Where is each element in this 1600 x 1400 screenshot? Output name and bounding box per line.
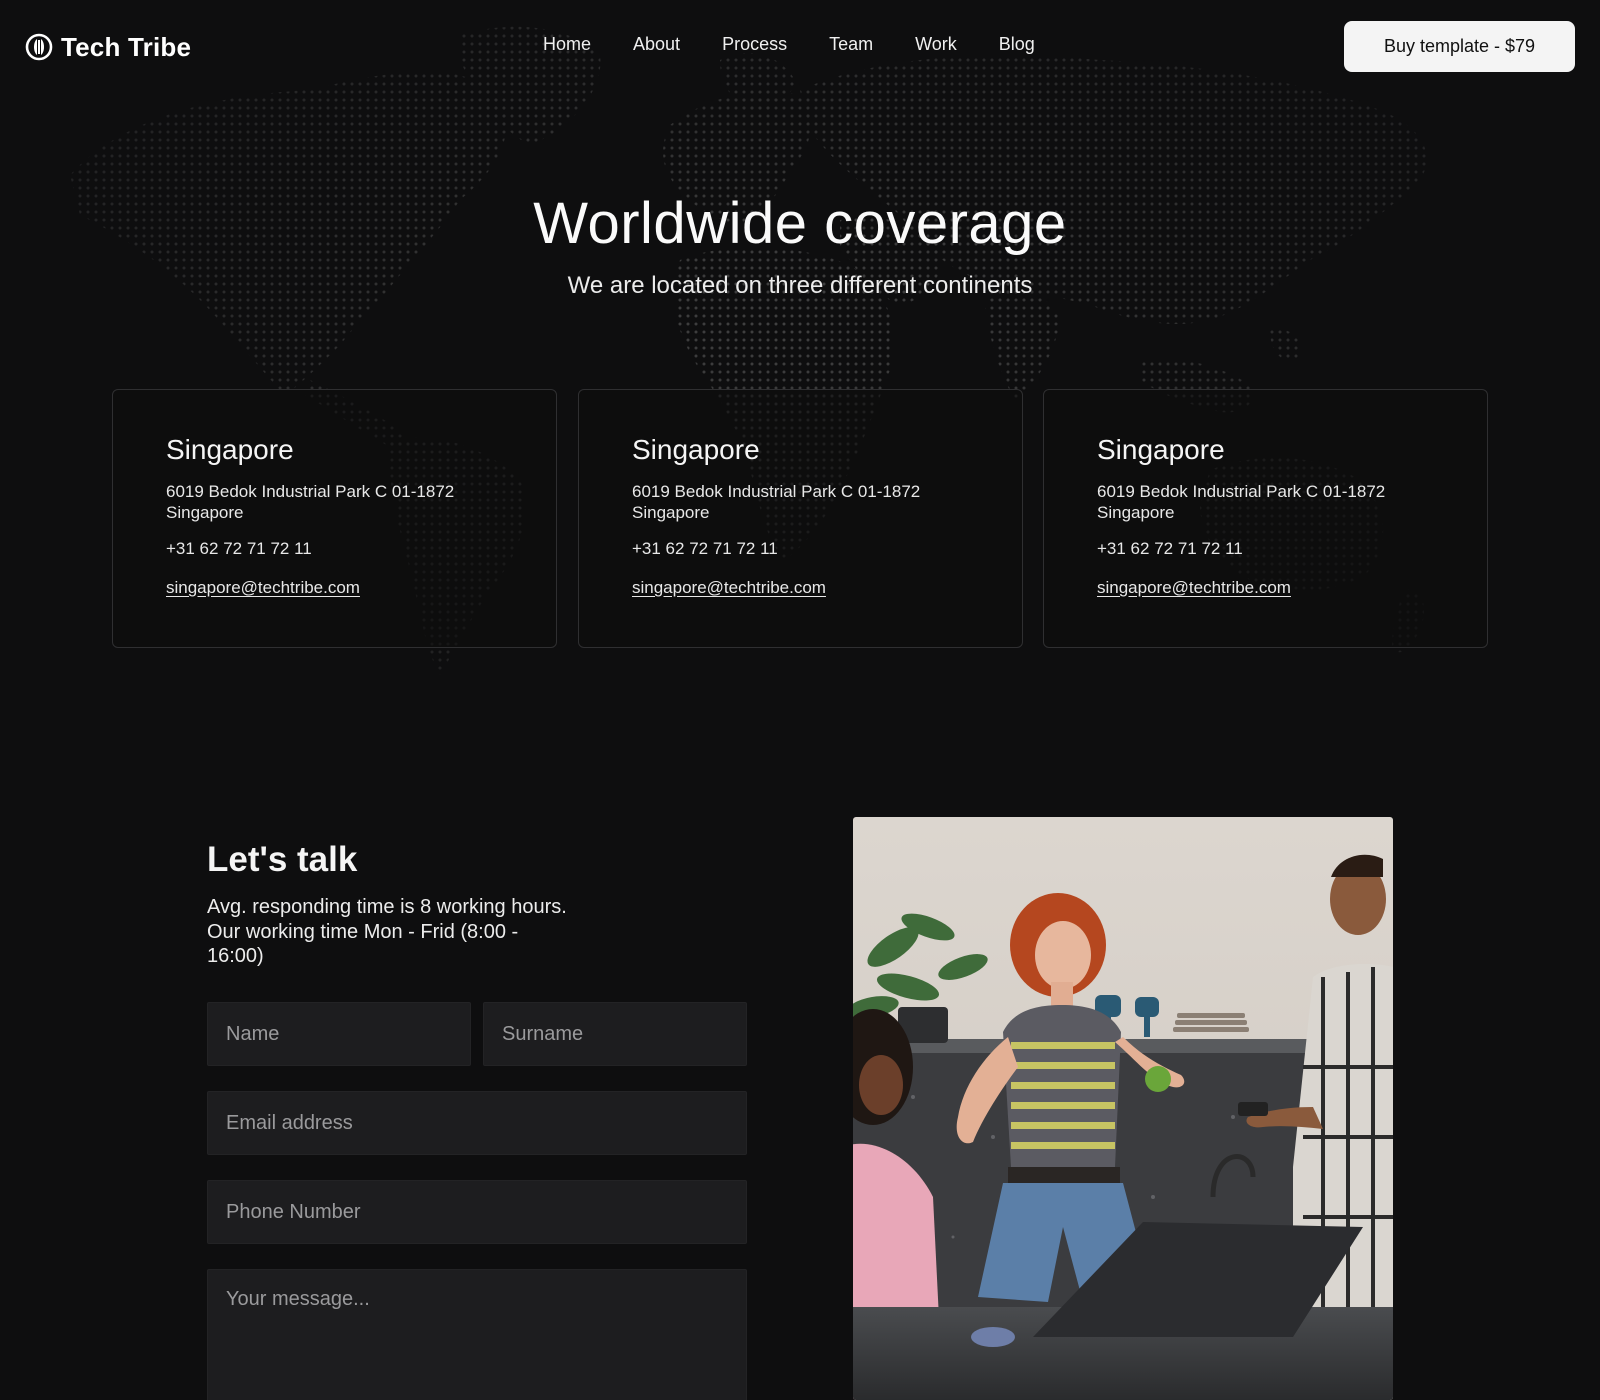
- office-city: Singapore: [166, 434, 294, 465]
- office-city: Singapore: [1097, 434, 1225, 465]
- office-address-line1: 6019 Bedok Industrial Park C 01-1872: [166, 482, 455, 501]
- surname-input[interactable]: [483, 1002, 747, 1066]
- contact-title: Let's talk: [207, 840, 358, 879]
- office-address-line2: Singapore: [632, 503, 710, 522]
- page: Tech Tribe Home About Process Team Work …: [0, 0, 1600, 1400]
- office-address-line2: Singapore: [1097, 503, 1175, 522]
- brand-logo[interactable]: Tech Tribe: [25, 30, 191, 64]
- name-input[interactable]: [207, 1002, 471, 1066]
- nav-link-team[interactable]: Team: [829, 34, 873, 55]
- nav-link-process[interactable]: Process: [722, 34, 787, 55]
- office-card: Singapore 6019 Bedok Industrial Park C 0…: [578, 389, 1023, 648]
- hero-subtitle: We are located on three different contin…: [567, 272, 1033, 299]
- contact-description: Avg. responding time is 8 working hours.…: [207, 896, 567, 967]
- hero-title: Worldwide coverage: [533, 191, 1067, 256]
- office-address-line1: 6019 Bedok Industrial Park C 01-1872: [632, 482, 921, 501]
- office-email-link[interactable]: singapore@techtribe.com: [632, 578, 826, 598]
- nav-link-work[interactable]: Work: [915, 34, 957, 55]
- office-card: Singapore 6019 Bedok Industrial Park C 0…: [112, 389, 557, 648]
- main-nav: Home About Process Team Work Blog: [543, 34, 1035, 55]
- navbar: Tech Tribe Home About Process Team Work …: [0, 0, 1600, 92]
- team-photo-illustration: [853, 817, 1393, 1400]
- office-address-line2: Singapore: [166, 503, 244, 522]
- team-photo: [853, 817, 1393, 1400]
- office-phone: +31 62 72 71 72 11: [1097, 539, 1243, 558]
- nav-link-home[interactable]: Home: [543, 34, 591, 55]
- email-input[interactable]: [207, 1091, 747, 1155]
- office-city: Singapore: [632, 434, 760, 465]
- nav-link-blog[interactable]: Blog: [999, 34, 1035, 55]
- office-card: Singapore 6019 Bedok Industrial Park C 0…: [1043, 389, 1488, 648]
- office-phone: +31 62 72 71 72 11: [166, 539, 312, 558]
- office-address-line1: 6019 Bedok Industrial Park C 01-1872: [1097, 482, 1386, 501]
- office-email-link[interactable]: singapore@techtribe.com: [166, 578, 360, 598]
- message-textarea[interactable]: [207, 1269, 747, 1400]
- buy-template-button[interactable]: Buy template - $79: [1344, 21, 1575, 72]
- office-email-link[interactable]: singapore@techtribe.com: [1097, 578, 1291, 598]
- brand-name: Tech Tribe: [61, 31, 192, 62]
- tech-tribe-logo-icon: [25, 33, 53, 61]
- nav-link-about[interactable]: About: [633, 34, 680, 55]
- office-phone: +31 62 72 71 72 11: [632, 539, 778, 558]
- phone-input[interactable]: [207, 1180, 747, 1244]
